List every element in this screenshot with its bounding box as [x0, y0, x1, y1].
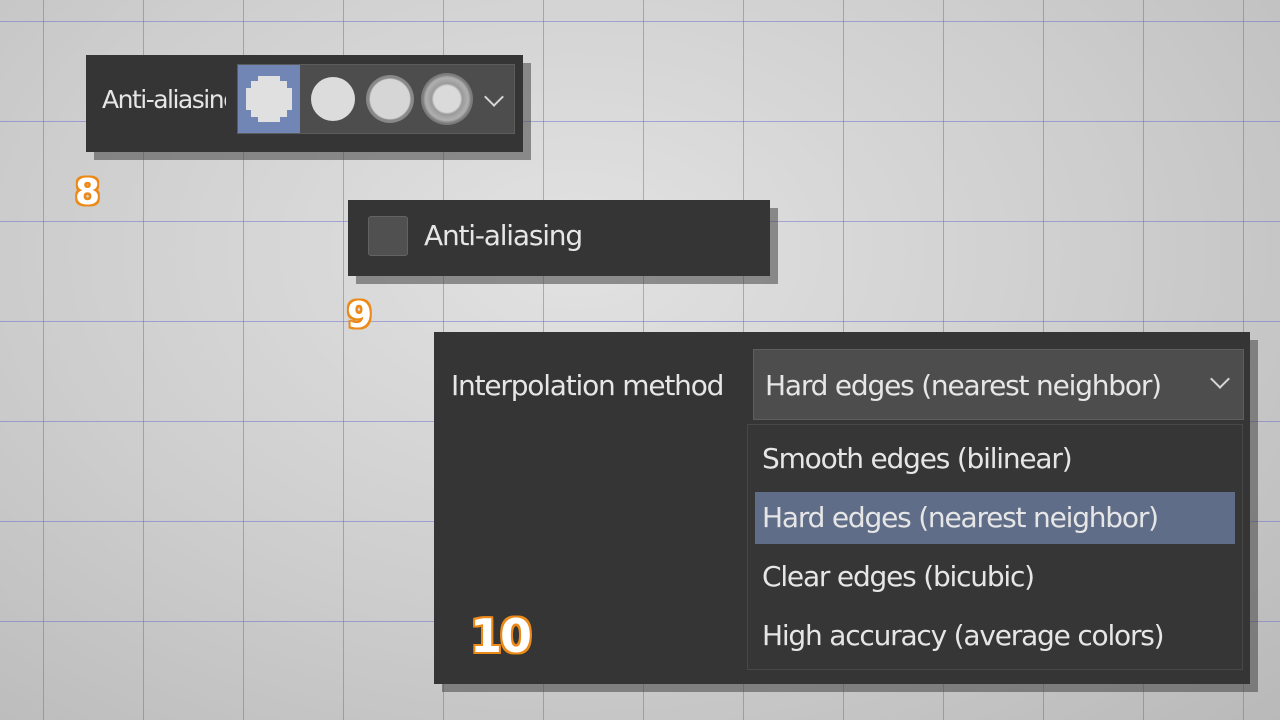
solid-circle-icon — [311, 77, 355, 121]
interpolation-method-select[interactable]: Hard edges (nearest neighbor) — [753, 349, 1244, 420]
step-tag-10: 10 — [470, 609, 532, 663]
anti-aliasing-none-button[interactable] — [238, 65, 300, 133]
pixel-cross-icon — [246, 76, 292, 122]
step-tag-9: 9 — [347, 295, 373, 336]
interpolation-option[interactable]: Clear edges (bicubic) — [755, 551, 1235, 603]
anti-aliasing-weak-button[interactable] — [302, 65, 364, 133]
anti-aliasing-toolbar: Anti-aliasing — [86, 55, 523, 152]
interpolation-method-label: Interpolation method — [451, 369, 724, 402]
interpolation-option[interactable]: High accuracy (average colors) — [755, 610, 1235, 662]
chevron-down-icon[interactable] — [1213, 372, 1227, 386]
anti-aliasing-checkbox[interactable] — [368, 216, 408, 256]
soft-circle-icon — [366, 75, 414, 123]
anti-aliasing-checkbox-label[interactable]: Anti-aliasing — [424, 219, 583, 252]
interpolation-option[interactable]: Smooth edges (bilinear) — [755, 433, 1235, 485]
anti-aliasing-medium-button[interactable] — [359, 65, 421, 133]
anti-aliasing-strong-button[interactable] — [416, 65, 478, 133]
interpolation-method-panel: Interpolation method Hard edges (nearest… — [434, 332, 1250, 684]
interpolation-selected-value: Hard edges (nearest neighbor) — [765, 369, 1162, 402]
anti-aliasing-label: Anti-aliasing — [102, 85, 226, 114]
anti-aliasing-checkbox-panel: Anti-aliasing — [348, 200, 770, 276]
interpolation-options-list: Smooth edges (bilinear) Hard edges (near… — [747, 424, 1243, 670]
anti-aliasing-option-group — [237, 64, 515, 134]
chevron-down-icon[interactable] — [487, 90, 501, 104]
step-tag-8: 8 — [75, 172, 101, 213]
interpolation-option-highlighted[interactable]: Hard edges (nearest neighbor) — [755, 492, 1235, 544]
softer-circle-icon — [421, 73, 473, 125]
